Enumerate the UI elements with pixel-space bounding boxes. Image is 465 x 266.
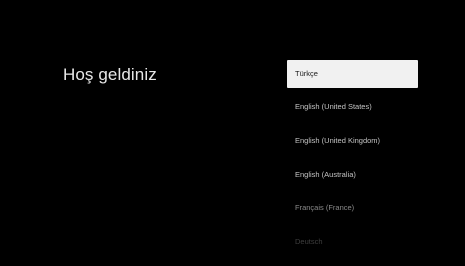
language-option-english-australia[interactable]: English (Australia): [287, 161, 418, 189]
language-option-french-france[interactable]: Français (France): [287, 194, 418, 222]
language-option-english-uk[interactable]: English (United Kingdom): [287, 127, 418, 155]
language-option-german[interactable]: Deutsch: [287, 228, 418, 256]
language-option-english-us[interactable]: English (United States): [287, 93, 418, 121]
setup-screen: Hoş geldiniz Türkçe English (United Stat…: [0, 0, 465, 266]
welcome-title: Hoş geldiniz: [63, 65, 157, 84]
language-option-turkish[interactable]: Türkçe: [287, 60, 418, 88]
